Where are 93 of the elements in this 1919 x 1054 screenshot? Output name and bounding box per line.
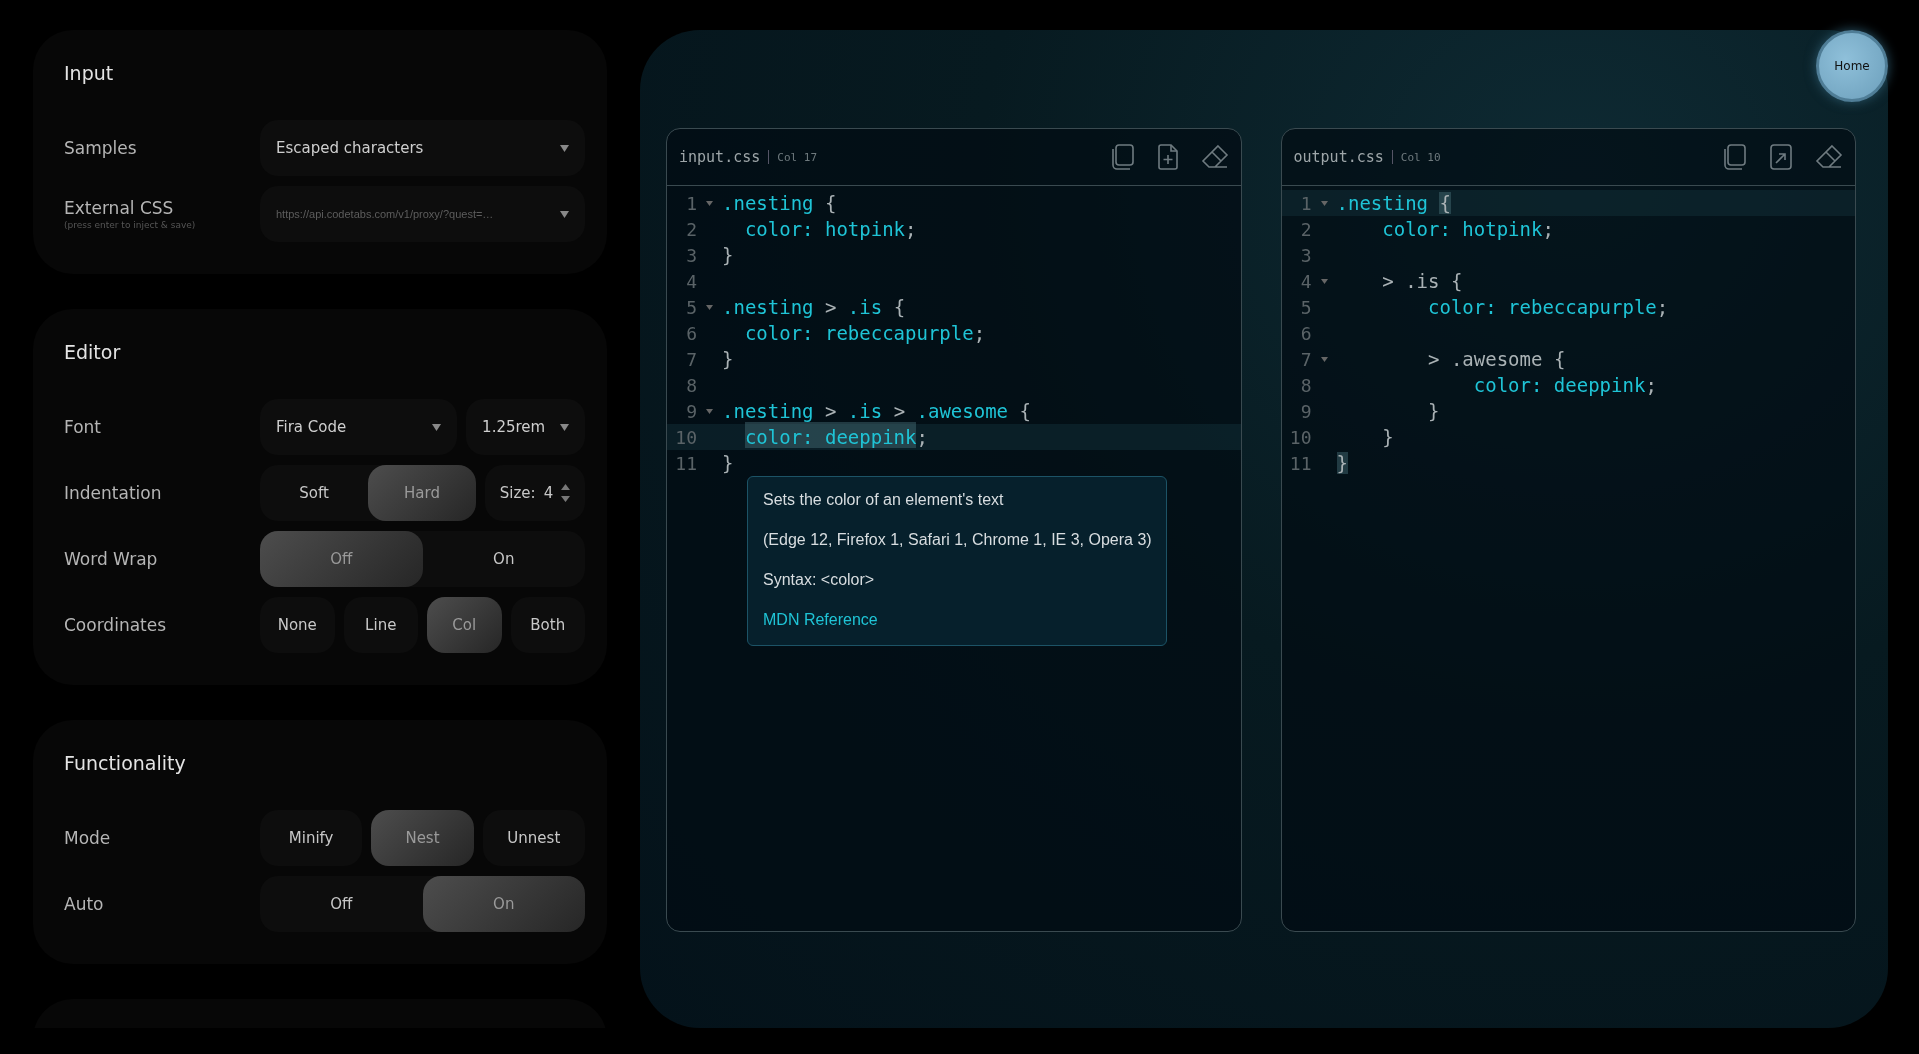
option-button[interactable]: Col <box>427 597 502 653</box>
cursor-status: Col 10 <box>1400 150 1441 164</box>
fold-caret-icon[interactable] <box>706 304 713 310</box>
section-title: Functionality <box>64 752 187 774</box>
fold-caret-icon[interactable] <box>706 200 713 206</box>
toggle-option[interactable]: On <box>422 876 585 932</box>
line-number: 11 <box>674 452 697 474</box>
cursor-status: Col 17 <box>777 150 818 164</box>
code-line: .nesting { <box>1336 192 1451 214</box>
code-line: color: rebeccapurple; <box>743 322 986 344</box>
spinner-arrows-icon <box>561 483 571 503</box>
code-line: > .is { <box>1381 270 1463 292</box>
code-line: } <box>1427 400 1440 422</box>
code-line: > .awesome { <box>1427 348 1566 370</box>
code-line: } <box>1381 426 1394 448</box>
dropdown[interactable]: Escaped characters <box>260 120 585 176</box>
code-line: } <box>722 348 734 370</box>
fold-caret-icon[interactable] <box>706 408 713 414</box>
line-number: 9 <box>685 400 697 422</box>
file-name: input.css <box>679 148 761 166</box>
setting-label: External CSS <box>64 198 175 218</box>
line-number: 1 <box>685 192 697 214</box>
line-number: 10 <box>674 426 697 448</box>
setting-label: Auto <box>64 894 105 914</box>
reference-link[interactable]: MDN Reference <box>763 611 1151 629</box>
code-line: .nesting { <box>722 192 837 214</box>
line-number: 1 <box>1299 192 1312 214</box>
file-plus-icon[interactable] <box>1156 144 1179 170</box>
caret-icon <box>560 210 569 218</box>
option-button[interactable]: Minify <box>260 810 363 866</box>
dropdown[interactable]: 1.25rem <box>466 399 585 455</box>
code-line: .nesting > .is > .awesome { <box>722 400 1031 422</box>
option-button[interactable]: Both <box>510 597 585 653</box>
code-line: color: hotpink; <box>1381 218 1554 240</box>
line-number: 8 <box>685 374 697 396</box>
code-line: color: rebeccapurple; <box>1427 296 1669 318</box>
fold-caret-icon[interactable] <box>1320 278 1328 284</box>
section-title: Input <box>64 62 115 84</box>
setting-label: Samples <box>64 138 138 158</box>
copy-icon[interactable] <box>1723 144 1747 170</box>
toggle-option[interactable]: Soft <box>260 465 368 521</box>
option-button[interactable]: Line <box>343 597 418 653</box>
caret-icon <box>560 144 569 152</box>
option-button[interactable]: Unnest <box>482 810 585 866</box>
line-number: 2 <box>1299 218 1312 240</box>
code-line: .nesting > .is { <box>722 296 906 318</box>
option-button[interactable]: Nest <box>371 810 474 866</box>
toggle-option[interactable]: Hard <box>368 465 476 521</box>
setting-label: Word Wrap <box>64 549 159 569</box>
code-line: } <box>722 244 734 266</box>
setting-label: Mode <box>64 828 112 848</box>
toggle-option[interactable]: Off <box>260 876 423 932</box>
line-number: 3 <box>685 244 697 266</box>
line-number: 3 <box>1299 244 1312 266</box>
tooltip-text: Sets the color of an element's text <box>763 491 1005 509</box>
home-button[interactable]: Home <box>1816 30 1888 102</box>
line-number: 7 <box>685 348 697 370</box>
copy-icon[interactable] <box>1110 144 1135 170</box>
tooltip-text: Syntax: <color> <box>763 571 876 589</box>
code-line: color: hotpink; <box>743 218 917 240</box>
file-name: output.css <box>1293 148 1384 166</box>
dropdown[interactable]: Fira Code <box>260 399 458 455</box>
line-number: 8 <box>1299 374 1312 396</box>
line-number: 4 <box>1299 270 1312 292</box>
toggle-option[interactable]: On <box>422 531 585 587</box>
section-title: Editor <box>64 341 122 363</box>
setting-label: Indentation <box>64 483 163 503</box>
fold-caret-icon[interactable] <box>1320 200 1328 206</box>
toggle-option[interactable]: Off <box>260 531 423 587</box>
size-stepper[interactable]: Size: 4 <box>485 465 585 521</box>
setting-label: Font <box>64 417 102 437</box>
code-line: } <box>722 452 734 474</box>
setting-hint: (press enter to inject & save) <box>64 220 197 230</box>
caret-icon <box>560 423 569 431</box>
eraser-icon[interactable] <box>1200 144 1229 170</box>
line-number: 6 <box>1299 322 1312 344</box>
setting-label: Coordinates <box>64 615 168 635</box>
line-number: 2 <box>685 218 697 240</box>
eraser-icon[interactable] <box>1815 144 1843 170</box>
line-number: 11 <box>1288 452 1312 474</box>
line-number: 5 <box>685 296 697 318</box>
line-number: 4 <box>685 270 697 292</box>
option-button[interactable]: None <box>260 597 335 653</box>
fold-caret-icon[interactable] <box>1320 356 1328 362</box>
line-number: 7 <box>1299 348 1312 370</box>
code-line: color: deeppink; <box>1472 374 1657 396</box>
line-number: 6 <box>685 322 697 344</box>
export-icon[interactable] <box>1769 144 1793 170</box>
tooltip-text: (Edge 12, Firefox 1, Safari 1, Chrome 1, IE 3, Opera 3) <box>763 531 1151 549</box>
caret-icon <box>432 423 442 431</box>
line-number: 5 <box>1299 296 1312 318</box>
line-number: 9 <box>1299 400 1312 422</box>
line-number: 10 <box>1288 426 1312 448</box>
